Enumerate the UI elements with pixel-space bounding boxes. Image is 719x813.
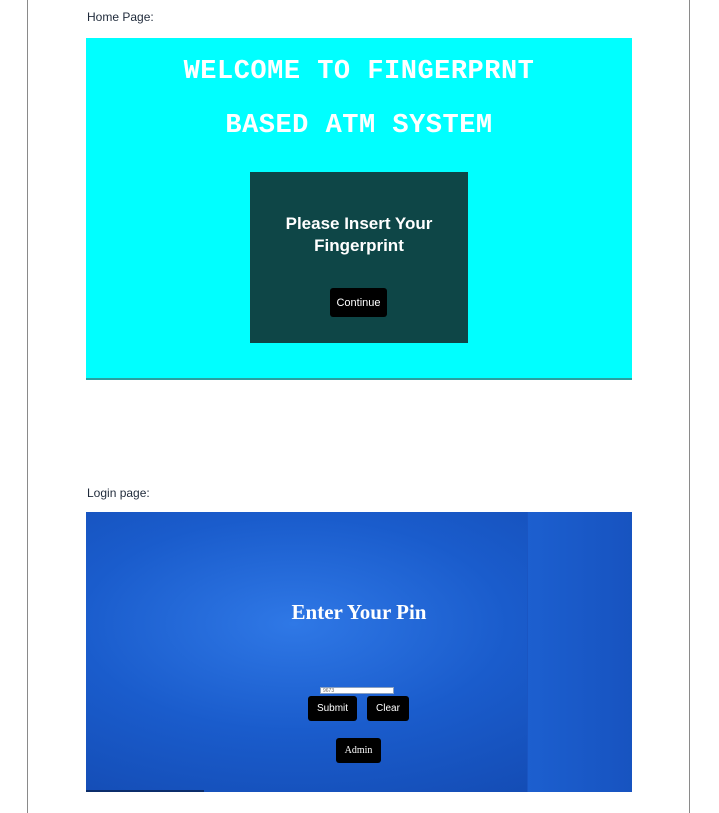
page-edge-right bbox=[689, 0, 690, 813]
pin-input[interactable]: 9673 bbox=[320, 687, 394, 694]
login-page-caption: Login page: bbox=[87, 486, 150, 500]
page-edge-left bbox=[27, 0, 28, 813]
home-bottom-line bbox=[86, 378, 632, 380]
insert-fingerprint-panel: Please Insert Your Fingerprint Continue bbox=[250, 172, 468, 343]
submit-button[interactable]: Submit bbox=[308, 696, 357, 721]
continue-button[interactable]: Continue bbox=[330, 288, 387, 317]
clear-button[interactable]: Clear bbox=[367, 696, 409, 721]
home-title-line2: BASED ATM SYSTEM bbox=[225, 111, 493, 141]
login-bottom-line bbox=[86, 790, 204, 792]
prompt-line2: Fingerprint bbox=[314, 236, 404, 255]
home-page-screenshot: WELCOME TO FINGERPRNT BASED ATM SYSTEM P… bbox=[86, 38, 632, 380]
home-page-caption: Home Page: bbox=[87, 10, 154, 24]
prompt-line1: Please Insert Your bbox=[285, 214, 433, 233]
login-page-screenshot: Enter Your Pin 9673 Submit Clear Admin bbox=[86, 512, 632, 792]
admin-button[interactable]: Admin bbox=[336, 738, 381, 763]
insert-fingerprint-prompt: Please Insert Your Fingerprint bbox=[250, 213, 468, 257]
enter-pin-title: Enter Your Pin bbox=[291, 600, 427, 624]
login-right-strip bbox=[527, 512, 632, 792]
home-title-line1: WELCOME TO FINGERPRNT bbox=[183, 57, 535, 87]
